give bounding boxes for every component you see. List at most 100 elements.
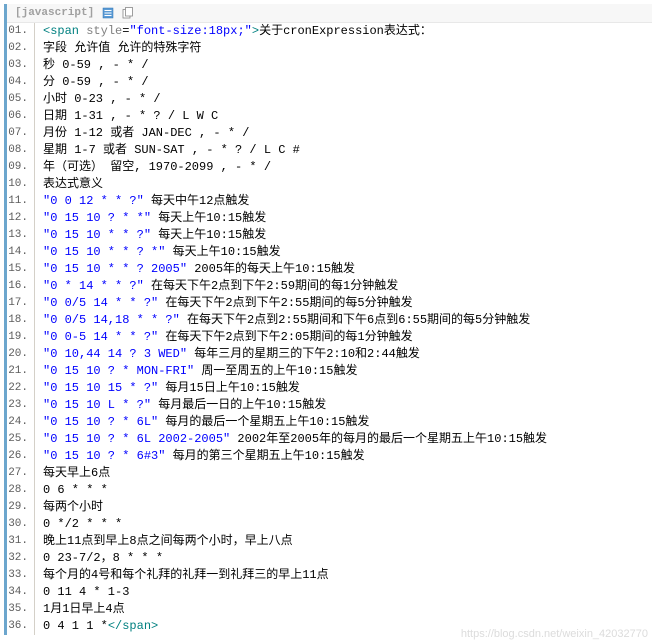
code-token: 每年三月的星期三的下午2:10和2:44触发 [187,347,420,361]
code-token: 每月的第三个星期五上午10:15触发 [165,449,364,463]
code-token: 在每天下午2点到2:55期间和下午6点到6:55期间的每5分钟触发 [180,313,530,327]
code-line: 07. 月份 1-12 或者 JAN-DEC , - * / [7,125,652,142]
code-line: 04. 分 0-59 , - * / [7,74,652,91]
code-line: 06.日期 1-31 , - * ? / L W C [7,108,652,125]
code-line: 02.字段 允许值 允许的特殊字符 [7,40,652,57]
line-number: 07. [7,125,35,142]
code-token: <span [43,24,79,38]
code-line: 16."0 * 14 * * ?" 在每天下午2点到下午2:59期间的每1分钟触… [7,278,652,295]
line-content: "0 15 10 * * ?" 每天上午10:15触发 [35,227,652,244]
copy-icon[interactable] [122,7,134,19]
code-line: 15."0 15 10 * * ? 2005" 2005年的每天上午10:15触… [7,261,652,278]
code-token: "0 15 10 ? * 6#3" [43,449,165,463]
line-content: "0 0 12 * * ?" 每天中午12点触发 [35,193,652,210]
code-header: [javascript] [7,4,652,23]
line-number: 34. [7,584,35,601]
code-token: "0 0/5 14,18 * * ?" [43,313,180,327]
line-number: 24. [7,414,35,431]
code-token: "0 15 10 * * ?" [43,228,151,242]
line-content: 年（可选） 留空, 1970-2099 , - * / [35,159,652,176]
code-lines: 01.<span style="font-size:18px;">关于cronE… [7,23,652,635]
code-line: 28.0 6 * * * [7,482,652,499]
line-content: "0 15 10 L * ?" 每月最后一日的上午10:15触发 [35,397,652,414]
view-plain-icon[interactable] [102,7,114,19]
code-line: 10.表达式意义 [7,176,652,193]
code-line: 22."0 15 10 15 * ?" 每月15日上午10:15触发 [7,380,652,397]
line-number: 01. [7,23,35,40]
code-line: 31.晚上11点到早上8点之间每两个小时，早上八点 [7,533,652,550]
code-line: 33. 每个月的4号和每个礼拜的礼拜一到礼拜三的早上11点 [7,567,652,584]
code-token: 每天上午10:15触发 [165,245,280,259]
line-content: 0 6 * * * [35,482,652,499]
code-token: 每月最后一日的上午10:15触发 [151,398,326,412]
code-token: 每天早上6点 [43,466,110,480]
code-token: "0 15 10 ? * 6L" [43,415,158,429]
line-content: 字段 允许值 允许的特殊字符 [35,40,652,57]
code-token: 2002年至2005年的每月的最后一个星期五上午10:15触发 [230,432,547,446]
line-content: 分 0-59 , - * / [35,74,652,91]
line-number: 05. [7,91,35,108]
line-number: 33. [7,567,35,584]
code-token: 周一至周五的上午10:15触发 [194,364,357,378]
code-token: 关于cronExpression表达式： [259,24,432,38]
line-content: 星期 1-7 或者 SUN-SAT , - * ? / L C # [35,142,652,159]
code-token: 月份 1-12 或者 JAN-DEC , - * / [43,126,249,140]
code-token: "0 15 10 ? * 6L 2002-2005" [43,432,230,446]
line-number: 22. [7,380,35,397]
code-token: 每天上午10:15触发 [151,228,266,242]
code-line: 20."0 10,44 14 ? 3 WED" 每年三月的星期三的下午2:10和… [7,346,652,363]
line-content: 小时 0-23 , - * / [35,91,652,108]
line-content: "0 0/5 14 * * ?" 在每天下午2点到下午2:55期间的每5分钟触发 [35,295,652,312]
line-content: <span style="font-size:18px;">关于cronExpr… [35,23,652,40]
line-number: 04. [7,74,35,91]
line-content: "0 15 10 ? * 6#3" 每月的第三个星期五上午10:15触发 [35,448,652,465]
code-token: 每月的最后一个星期五上午10:15触发 [158,415,369,429]
line-number: 36. [7,618,35,635]
code-token: 每个月的4号和每个礼拜的礼拜一到礼拜三的早上11点 [43,568,329,582]
language-label: [javascript] [15,7,94,19]
code-token: 星期 1-7 或者 SUN-SAT , - * ? / L C # [43,143,300,157]
code-token: 0 4 1 1 * [43,619,108,633]
code-line: 03.秒 0-59 , - * / [7,57,652,74]
code-line: 19."0 0-5 14 * * ?" 在每天下午2点到下午2:05期间的每1分… [7,329,652,346]
code-token: style [86,24,122,38]
line-number: 06. [7,108,35,125]
code-token: 在每天下午2点到下午2:59期间的每1分钟触发 [144,279,398,293]
code-token: </span> [108,619,158,633]
code-line: 14."0 15 10 * * ? *" 每天上午10:15触发 [7,244,652,261]
line-content: 0 11 4 * 1-3 [35,584,652,601]
line-content: 秒 0-59 , - * / [35,57,652,74]
code-token: 小时 0-23 , - * / [43,92,161,106]
code-line: 12."0 15 10 ? * *" 每天上午10:15触发 [7,210,652,227]
code-token: 在每天下午2点到下午2:55期间的每5分钟触发 [158,296,412,310]
code-token: 分 0-59 , - * / [43,75,149,89]
code-line: 35.1月1日早上4点 [7,601,652,618]
code-line: 30.0 */2 * * * [7,516,652,533]
line-number: 11. [7,193,35,210]
code-line: 26."0 15 10 ? * 6#3" 每月的第三个星期五上午10:15触发 [7,448,652,465]
line-number: 09. [7,159,35,176]
code-token: 每天上午10:15触发 [151,211,266,225]
line-number: 18. [7,312,35,329]
code-line: 27. 每天早上6点 [7,465,652,482]
code-token: "0 15 10 ? * *" [43,211,151,225]
line-number: 27. [7,465,35,482]
line-number: 14. [7,244,35,261]
line-number: 17. [7,295,35,312]
line-number: 13. [7,227,35,244]
code-line: 34. 0 11 4 * 1-3 [7,584,652,601]
code-line: 21."0 15 10 ? * MON-FRI" 周一至周五的上午10:15触发 [7,363,652,380]
code-line: 11."0 0 12 * * ?" 每天中午12点触发 [7,193,652,210]
line-content: 每天早上6点 [35,465,652,482]
line-content: "0 10,44 14 ? 3 WED" 每年三月的星期三的下午2:10和2:4… [35,346,652,363]
line-content: 月份 1-12 或者 JAN-DEC , - * / [35,125,652,142]
code-token: "0 15 10 * * ? 2005" [43,262,187,276]
line-content: "0 * 14 * * ?" 在每天下午2点到下午2:59期间的每1分钟触发 [35,278,652,295]
line-number: 25. [7,431,35,448]
code-token: 0 11 4 * 1-3 [43,585,129,599]
code-token: 在每天下午2点到下午2:05期间的每1分钟触发 [158,330,412,344]
code-line: 24. "0 15 10 ? * 6L" 每月的最后一个星期五上午10:15触发 [7,414,652,431]
code-line: 08.星期 1-7 或者 SUN-SAT , - * ? / L C # [7,142,652,159]
line-content: 0 23-7/2，8 * * * [35,550,652,567]
code-token: 年（可选） 留空, 1970-2099 , - * / [43,160,271,174]
